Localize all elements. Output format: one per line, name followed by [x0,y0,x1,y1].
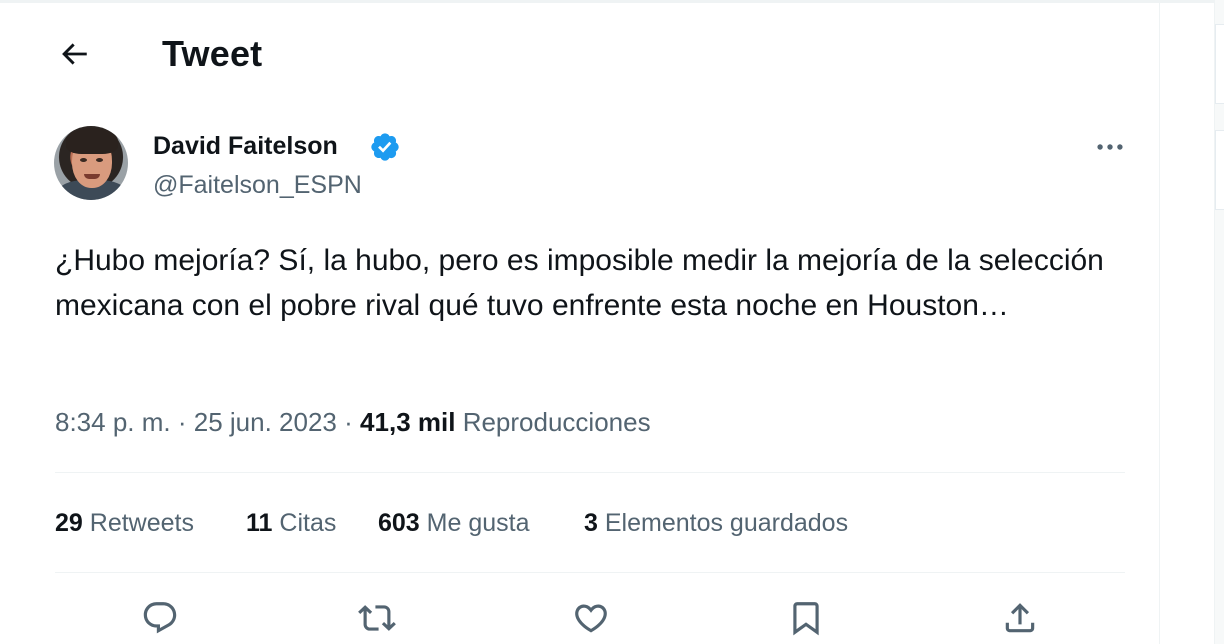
bookmarks-stat[interactable]: 3 Elementos guardados [584,505,848,541]
sidebar-card-edge [1215,130,1224,210]
more-options-button[interactable] [1086,130,1134,164]
bookmark-icon [793,602,819,636]
heart-icon [575,604,607,633]
retweet-button[interactable] [353,596,401,640]
main-column: Tweet David Faitelson @Faitelson_ESPN ¿H… [0,0,1160,644]
avatar[interactable] [54,126,128,200]
verified-badge-icon [371,133,399,161]
tweet-page: Tweet David Faitelson @Faitelson_ESPN ¿H… [0,0,1224,644]
tweet-text: ¿Hubo mejoría? Sí, la hubo, pero es impo… [55,244,1104,322]
tweet-date[interactable]: 25 jun. 2023 [194,407,337,437]
quotes-count: 11 [246,509,273,537]
likes-count: 603 [378,509,420,537]
meta-separator: · [344,407,353,437]
tweet-meta: 8:34 p. m. · 25 jun. 2023 · 41,3 mil Rep… [55,404,651,440]
tweet-time[interactable]: 8:34 p. m. [55,407,171,437]
share-icon [1005,603,1035,633]
views-count: 41,3 mil [360,407,456,437]
tweet-actions [0,596,1160,644]
retweets-count: 29 [55,509,83,537]
quotes-label: Citas [279,509,337,537]
meta-separator: · [177,407,187,437]
bookmarks-count: 3 [584,509,598,537]
divider [55,572,1125,573]
back-button[interactable] [48,34,100,74]
sidebar-card-edge [1215,24,1224,104]
retweets-label: Retweets [89,509,194,537]
views-label: Reproducciones [462,407,651,437]
reply-button[interactable] [136,596,184,640]
retweet-icon [358,605,396,631]
likes-label: Me gusta [426,509,530,537]
quotes-stat[interactable]: 11 Citas [246,505,336,541]
likes-stat[interactable]: 603 Me gusta [378,505,530,541]
arrow-left-icon [62,43,87,65]
bookmark-button[interactable] [782,596,830,640]
page-header: Tweet [0,18,1160,90]
like-button[interactable] [567,596,615,640]
share-button[interactable] [996,596,1044,640]
divider [55,472,1125,473]
more-horizontal-icon [1097,144,1123,150]
right-sidebar-edge [1214,0,1224,644]
reply-icon [143,602,177,634]
bookmarks-label: Elementos guardados [604,509,849,537]
author-name[interactable]: David Faitelson [153,131,338,161]
author-handle[interactable]: @Faitelson_ESPN [153,170,362,200]
page-title: Tweet [162,33,263,74]
retweets-stat[interactable]: 29 Retweets [55,505,194,541]
